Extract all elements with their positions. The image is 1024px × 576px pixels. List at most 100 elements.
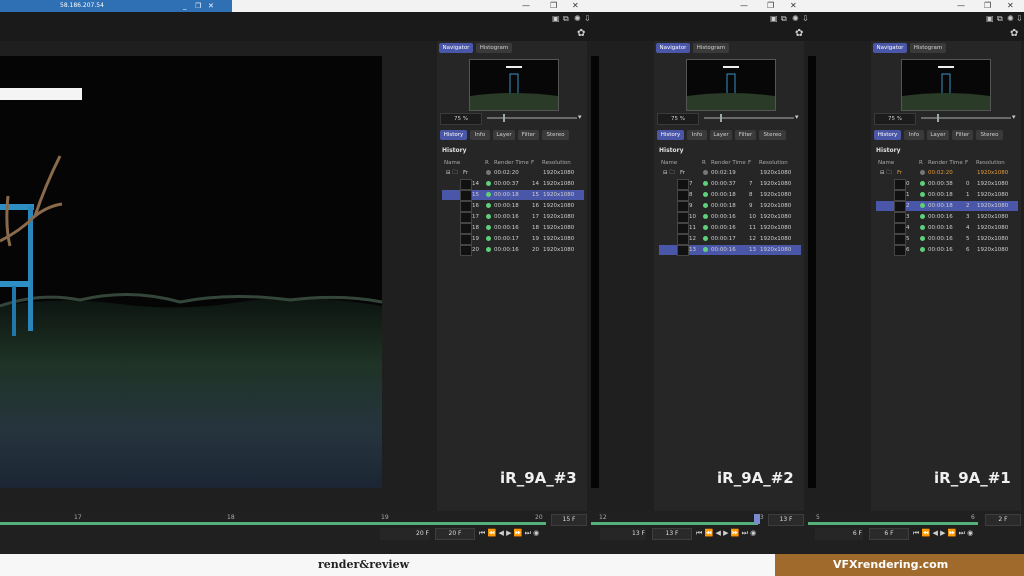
- settings-icon[interactable]: ✺: [574, 14, 581, 23]
- tab-history[interactable]: History: [874, 130, 901, 140]
- zoom-slider[interactable]: [921, 117, 1011, 119]
- history-row[interactable]: 0 00:00:38 0 1920x1080: [876, 179, 1018, 190]
- tab-navigator[interactable]: Navigator: [873, 43, 907, 53]
- tab-stereo[interactable]: Stereo: [976, 130, 1003, 140]
- history-row[interactable]: 10 00:00:16 10 1920x1080: [659, 212, 801, 223]
- zoom-menu-icon[interactable]: ▾: [795, 113, 799, 121]
- col-frame[interactable]: F: [965, 160, 968, 166]
- navigator-thumbnail[interactable]: [901, 59, 991, 111]
- tab-history[interactable]: History: [440, 130, 467, 140]
- zoom-field[interactable]: 75 %: [440, 113, 482, 125]
- col-resolution[interactable]: Resolution: [976, 160, 1005, 166]
- col-name[interactable]: Name: [878, 160, 894, 166]
- tab-info[interactable]: Info: [470, 130, 490, 140]
- frame-box[interactable]: 13 F: [768, 514, 804, 526]
- history-row[interactable]: 12 00:00:17 12 1920x1080: [659, 234, 801, 245]
- zoom-slider[interactable]: [487, 117, 577, 119]
- frame-box[interactable]: 15 F: [551, 514, 587, 526]
- current-frame-field[interactable]: 6 F: [869, 528, 909, 540]
- remote-close-button[interactable]: ✕: [208, 0, 214, 12]
- pin-icon[interactable]: ⇩: [584, 14, 591, 23]
- history-row-selected[interactable]: 15 00:00:18 15 1920x1080: [442, 190, 584, 201]
- col-render[interactable]: R: [919, 160, 923, 166]
- tab-filter[interactable]: Filter: [952, 130, 973, 140]
- window-3-maximize-button[interactable]: ❐: [550, 1, 557, 11]
- history-group-row[interactable]: ⊟ 🗀 Fr 00:02:19 1920x1080: [659, 168, 801, 178]
- layout-icon[interactable]: ▣: [770, 14, 778, 23]
- tab-history[interactable]: History: [657, 130, 684, 140]
- tab-layer[interactable]: Layer: [927, 130, 949, 140]
- col-resolution[interactable]: Resolution: [542, 160, 571, 166]
- navigator-thumbnail[interactable]: [686, 59, 776, 111]
- zoom-slider[interactable]: [704, 117, 794, 119]
- popout-icon[interactable]: ⧉: [997, 14, 1003, 24]
- history-row[interactable]: 1 00:00:18 1 1920x1080: [876, 190, 1018, 201]
- window-3-minimize-button[interactable]: —: [522, 1, 530, 11]
- window-3-close-button[interactable]: ✕: [572, 1, 579, 11]
- window-2-minimize-button[interactable]: —: [740, 1, 748, 11]
- window-2-maximize-button[interactable]: ❐: [767, 1, 774, 11]
- timeline-progress[interactable]: [808, 522, 978, 525]
- window-2-close-button[interactable]: ✕: [790, 1, 797, 11]
- transport-controls[interactable]: ⏮ ⏪ ◀ ▶ ⏩ ⏭ ◉: [913, 529, 973, 538]
- history-row[interactable]: 8 00:00:18 8 1920x1080: [659, 190, 801, 201]
- history-row[interactable]: 11 00:00:16 11 1920x1080: [659, 223, 801, 234]
- history-row[interactable]: 3 00:00:16 3 1920x1080: [876, 212, 1018, 223]
- timeline-progress[interactable]: [0, 522, 546, 525]
- zoom-menu-icon[interactable]: ▾: [578, 113, 582, 121]
- playhead[interactable]: [754, 514, 760, 524]
- history-row[interactable]: 19 00:00:17 19 1920x1080: [442, 234, 584, 245]
- zoom-slider-handle[interactable]: [937, 114, 939, 122]
- history-group-row[interactable]: ⊟ 🗀 Fr 00:02:20 1920x1080: [876, 168, 1018, 178]
- history-row[interactable]: 9 00:00:18 9 1920x1080: [659, 201, 801, 212]
- pin-icon[interactable]: ⇩: [802, 14, 809, 23]
- remote-minimize-button[interactable]: _: [183, 0, 187, 12]
- window-1-close-button[interactable]: ✕: [1007, 1, 1014, 11]
- col-render-time[interactable]: Render Time: [928, 160, 963, 166]
- settings-icon[interactable]: ✺: [792, 14, 799, 23]
- history-row[interactable]: 6 00:00:16 6 1920x1080: [876, 245, 1018, 256]
- tab-stereo[interactable]: Stereo: [542, 130, 569, 140]
- timeline-progress[interactable]: [591, 522, 758, 525]
- end-frame-field[interactable]: 20 F: [380, 528, 430, 540]
- zoom-slider-handle[interactable]: [720, 114, 722, 122]
- tab-histogram[interactable]: Histogram: [693, 43, 729, 53]
- zoom-menu-icon[interactable]: ▾: [1012, 113, 1016, 121]
- history-row[interactable]: 5 00:00:16 5 1920x1080: [876, 234, 1018, 245]
- end-frame-field[interactable]: 6 F: [815, 528, 863, 540]
- history-row[interactable]: 18 00:00:16 18 1920x1080: [442, 223, 584, 234]
- end-frame-field[interactable]: 13 F: [600, 528, 646, 540]
- window-1-minimize-button[interactable]: —: [957, 1, 965, 11]
- tab-layer[interactable]: Layer: [493, 130, 515, 140]
- frame-box[interactable]: 2 F: [985, 514, 1021, 526]
- tab-histogram[interactable]: Histogram: [476, 43, 512, 53]
- col-render[interactable]: R: [702, 160, 706, 166]
- history-row[interactable]: 20 00:00:16 20 1920x1080: [442, 245, 584, 256]
- zoom-field[interactable]: 75 %: [657, 113, 699, 125]
- history-row[interactable]: 14 00:00:37 14 1920x1080: [442, 179, 584, 190]
- layout-icon[interactable]: ▣: [552, 14, 560, 23]
- tab-info[interactable]: Info: [904, 130, 924, 140]
- col-render-time[interactable]: Render Time: [711, 160, 746, 166]
- col-frame[interactable]: F: [748, 160, 751, 166]
- render-viewer[interactable]: [0, 56, 382, 488]
- plugin-icon[interactable]: ✿: [795, 28, 803, 39]
- current-frame-field[interactable]: 13 F: [652, 528, 692, 540]
- tab-info[interactable]: Info: [687, 130, 707, 140]
- history-row[interactable]: 16 00:00:18 16 1920x1080: [442, 201, 584, 212]
- popout-icon[interactable]: ⧉: [781, 14, 787, 24]
- col-resolution[interactable]: Resolution: [759, 160, 788, 166]
- zoom-slider-handle[interactable]: [503, 114, 505, 122]
- history-row[interactable]: 4 00:00:16 4 1920x1080: [876, 223, 1018, 234]
- history-group-row[interactable]: ⊟ 🗀 Fr 00:02:20 1920x1080: [442, 168, 584, 178]
- tab-navigator[interactable]: Navigator: [656, 43, 690, 53]
- current-frame-field[interactable]: 20 F: [435, 528, 475, 540]
- window-1-maximize-button[interactable]: ❐: [984, 1, 991, 11]
- col-frame[interactable]: F: [531, 160, 534, 166]
- transport-controls[interactable]: ⏮ ⏪ ◀ ▶ ⏩ ⏭ ◉: [696, 529, 756, 538]
- pin-icon[interactable]: ⇩: [1016, 14, 1023, 23]
- transport-controls[interactable]: ⏮ ⏪ ◀ ▶ ⏩ ⏭ ◉: [479, 529, 539, 538]
- navigator-thumbnail[interactable]: [469, 59, 559, 111]
- tab-histogram[interactable]: Histogram: [910, 43, 946, 53]
- tab-filter[interactable]: Filter: [735, 130, 756, 140]
